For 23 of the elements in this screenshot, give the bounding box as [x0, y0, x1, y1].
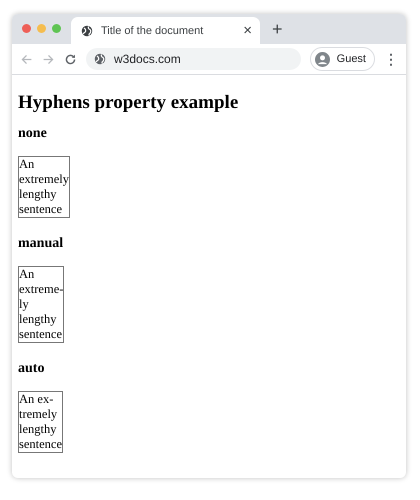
close-window-icon[interactable] [22, 24, 31, 33]
tab-title: Title of the document [101, 24, 204, 36]
new-tab-button[interactable]: + [272, 19, 283, 40]
address-bar[interactable]: w3docs.com [86, 48, 301, 70]
example-heading: auto [18, 361, 46, 377]
minimize-window-icon[interactable] [37, 24, 46, 33]
page-heading: Hyphens property example [18, 92, 240, 114]
maximize-window-icon[interactable] [52, 24, 61, 33]
close-tab-button[interactable]: × [243, 22, 252, 39]
avatar-icon [314, 52, 330, 66]
menu-button[interactable]: ⋮ [384, 51, 398, 67]
example-text-box: An ex- tremely lengthy sentence [18, 391, 64, 453]
profile-button[interactable]: Guest [310, 47, 375, 71]
globe-icon [81, 24, 93, 36]
reload-icon[interactable] [64, 52, 77, 66]
globe-icon [94, 53, 106, 65]
example-text-box: An extreme- ly lengthy sentence [18, 266, 64, 343]
example-text-box: An extremely lengthy sentence [18, 156, 70, 218]
example-heading: none [18, 126, 48, 142]
browser-tab[interactable]: Title of the document × [71, 17, 260, 44]
example-heading: manual [18, 236, 64, 252]
forward-icon[interactable] [42, 52, 55, 66]
back-icon[interactable] [20, 52, 33, 66]
